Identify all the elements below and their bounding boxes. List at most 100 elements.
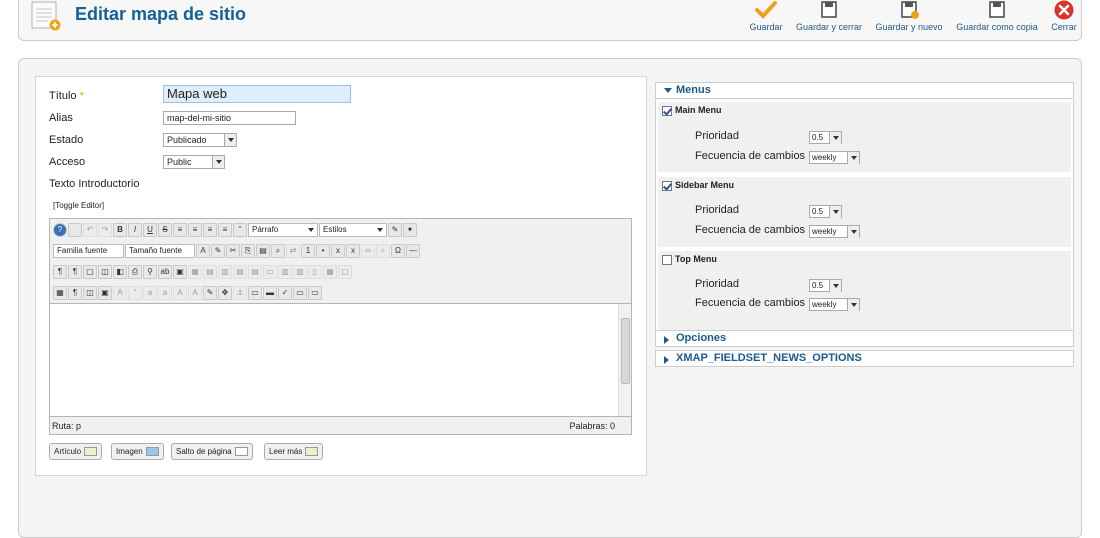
main-frequency-select[interactable]: weekly [809, 151, 860, 164]
top-menu-checkbox[interactable] [662, 254, 672, 265]
replace-icon[interactable]: ⇄ [286, 243, 300, 258]
merge-cells-icon[interactable]: ▢ [338, 264, 352, 279]
format-select[interactable]: Párrafo [248, 222, 318, 237]
emotions-icon[interactable]: ▬ [263, 285, 277, 300]
special-char-icon[interactable]: Ω [391, 243, 405, 258]
abbr-icon[interactable]: a [143, 285, 157, 300]
print-icon[interactable]: ⎙ [128, 264, 142, 279]
align-justify-icon[interactable]: ≡ [218, 222, 232, 237]
highlight-icon[interactable]: ✎ [211, 243, 225, 258]
font-family-select[interactable]: Familia fuente [53, 243, 124, 258]
cut-icon[interactable]: ✂ [226, 243, 240, 258]
align-right-icon[interactable]: ≡ [203, 222, 217, 237]
help-icon[interactable]: ? [53, 222, 67, 237]
new-document-icon[interactable] [68, 222, 82, 237]
cite-icon[interactable]: “ [128, 285, 142, 300]
table-icon[interactable]: ▦ [188, 264, 202, 279]
options-panel-header[interactable]: Opciones [655, 330, 1074, 347]
delete-row-icon[interactable]: ▭ [263, 264, 277, 279]
sidebar-frequency-select[interactable]: weekly [809, 225, 860, 238]
blockquote-icon[interactable]: “ [233, 222, 247, 237]
bullet-list-icon[interactable]: • [316, 243, 330, 258]
cell-props-icon[interactable]: ▥ [218, 264, 232, 279]
superscript-icon[interactable]: x [346, 243, 360, 258]
menus-panel-header[interactable]: Menus [655, 82, 1074, 99]
paste-icon[interactable]: ▤ [256, 243, 270, 258]
row-props-icon[interactable]: ▤ [203, 264, 217, 279]
underline-button[interactable]: U [143, 222, 157, 237]
main-priority-select[interactable]: 0.5 [809, 131, 842, 144]
editor-content-area[interactable] [50, 303, 631, 417]
subscript-icon[interactable]: x [331, 243, 345, 258]
template-icon[interactable]: ✥ [218, 285, 232, 300]
state-select[interactable]: Publicado [163, 133, 237, 147]
delete-col-icon[interactable]: ▯ [308, 264, 322, 279]
insert-row-before-icon[interactable]: ▤ [233, 264, 247, 279]
nonbreaking-icon[interactable]: ▭ [308, 285, 322, 300]
numbered-list-icon[interactable]: 1 [301, 243, 315, 258]
italic-button[interactable]: I [128, 222, 142, 237]
align-left-icon[interactable]: ≡ [173, 222, 187, 237]
insert-col-before-icon[interactable]: ▥ [278, 264, 292, 279]
save-new-button[interactable]: Guardar y nuevo [874, 0, 944, 38]
insert-image-icon[interactable]: ▣ [173, 264, 187, 279]
main-menu-checkbox[interactable] [662, 105, 672, 116]
undo-icon[interactable]: ↶ [83, 222, 97, 237]
editor-scrollbar[interactable] [618, 304, 631, 416]
eraser-icon[interactable]: ✎ [388, 222, 402, 237]
page-break-icon[interactable]: ▭ [293, 285, 307, 300]
scroll-thumb[interactable] [621, 318, 630, 384]
alias-input[interactable]: map-del-mi-sitio [163, 111, 296, 125]
top-priority-select[interactable]: 0.5 [809, 279, 842, 292]
split-cells-icon[interactable]: ▦ [323, 264, 337, 279]
attribs-icon[interactable]: ✎ [203, 285, 217, 300]
spellcheck-icon[interactable]: ✓ [278, 285, 292, 300]
read-more-button[interactable]: Leer más [264, 443, 324, 460]
unlink-icon[interactable]: ÷ [376, 243, 390, 258]
insert-article-button[interactable]: Artículo [49, 443, 103, 460]
del-icon[interactable]: A [173, 285, 187, 300]
strikethrough-button[interactable]: S [158, 222, 172, 237]
fullscreen-icon[interactable]: ▢ [83, 264, 97, 279]
sidebar-menu-checkbox[interactable] [662, 180, 672, 191]
align-center-icon[interactable]: ≡ [188, 222, 202, 237]
redo-icon[interactable]: ↷ [98, 222, 112, 237]
media-icon[interactable]: ▭ [248, 285, 262, 300]
insert-image-button[interactable]: Imagen [111, 443, 164, 460]
sidebar-priority-select[interactable]: 0.5 [809, 205, 842, 218]
font-color-icon[interactable]: A [196, 243, 210, 258]
title-input[interactable]: Mapa web [163, 85, 351, 103]
top-frequency-select[interactable]: weekly [809, 298, 860, 311]
styles-select[interactable]: Estilos [319, 222, 387, 237]
show-blocks-icon[interactable]: ¶ [68, 285, 82, 300]
save-copy-button[interactable]: Guardar como copia [955, 0, 1039, 38]
ins-icon[interactable]: A [188, 285, 202, 300]
access-select[interactable]: Public [163, 155, 225, 169]
visual-aid-icon[interactable]: ▦ [53, 285, 67, 300]
acronym-icon[interactable]: a [158, 285, 172, 300]
copy-icon[interactable]: ⎘ [241, 243, 255, 258]
cleanup-icon[interactable]: ✦ [403, 222, 417, 237]
replace-text-icon[interactable]: ab [158, 264, 172, 279]
save-button[interactable]: Guardar [747, 0, 785, 38]
ltr-icon[interactable]: ¶ [53, 264, 67, 279]
close-button[interactable]: Cerrar [1048, 0, 1080, 38]
preview-icon[interactable]: ◫ [98, 264, 112, 279]
source-code-icon[interactable]: ◧ [113, 264, 127, 279]
insert-row-after-icon[interactable]: ▤ [248, 264, 262, 279]
rtl-icon[interactable]: ¶ [68, 264, 82, 279]
toggle-editor-link[interactable]: [Toggle Editor] [53, 201, 104, 210]
find-icon[interactable]: ⌕ [271, 243, 285, 258]
anchor-icon[interactable]: ⚓ [233, 285, 247, 300]
layer-icon[interactable]: ◫ [83, 285, 97, 300]
news-options-panel-header[interactable]: XMAP_FIELDSET_NEWS_OPTIONS [655, 350, 1074, 367]
style-props-icon[interactable]: A [113, 285, 127, 300]
bold-button[interactable]: B [113, 222, 127, 237]
font-size-select[interactable]: Tamaño fuente [125, 243, 195, 258]
search-icon[interactable]: ⚲ [143, 264, 157, 279]
link-icon[interactable]: ∞ [361, 243, 375, 258]
save-close-button[interactable]: Guardar y cerrar [794, 0, 864, 38]
horizontal-rule-icon[interactable]: — [406, 243, 420, 258]
insert-col-after-icon[interactable]: ▥ [293, 264, 307, 279]
absolute-icon[interactable]: ▣ [98, 285, 112, 300]
